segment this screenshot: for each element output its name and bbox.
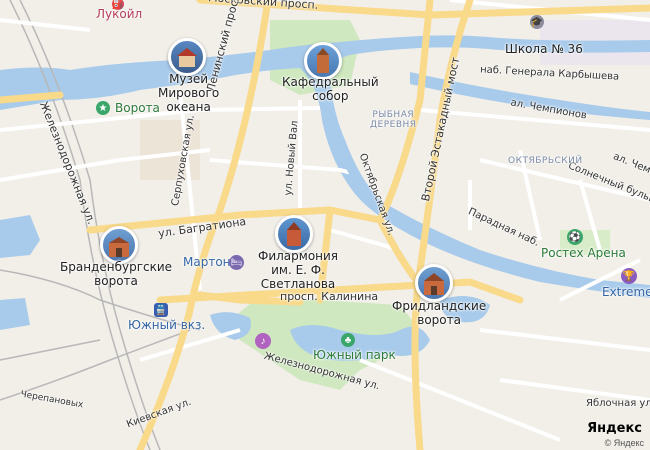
yuzhny-station-label[interactable]: Южный вкз.	[128, 318, 205, 333]
cathedral-label[interactable]: Кафедральный собор	[282, 75, 379, 104]
brandenburg-gate-icon	[109, 237, 129, 257]
yuzhny-park-label[interactable]: Южный парк	[313, 348, 396, 363]
friedland-pin[interactable]	[415, 264, 453, 302]
stadium-icon[interactable]: ⚽	[567, 229, 583, 245]
district-label-rybnaya: РЫБНАЯ ДЕРЕВНЯ	[370, 110, 417, 131]
brandenburg-label[interactable]: Бранденбургские ворота	[60, 260, 172, 289]
park-icon[interactable]: ♣	[341, 333, 355, 347]
music-icon[interactable]: ♪	[255, 333, 271, 349]
museum-icon	[177, 48, 197, 67]
lukoil-label[interactable]: Лукойл	[96, 7, 142, 22]
museum-label[interactable]: Музей Мирового океана	[158, 72, 219, 114]
extreme-label[interactable]: Extreme3	[602, 285, 650, 300]
school-label[interactable]: Школа № 36	[505, 42, 583, 57]
district-label-oktyabrsky: ОКТЯБРЬСКИЙ	[508, 156, 583, 166]
trophy-icon[interactable]: 🏆	[621, 268, 637, 284]
vorota-label[interactable]: Ворота	[115, 101, 160, 116]
philharmonic-pin[interactable]	[275, 215, 313, 253]
museum-pin[interactable]	[168, 38, 206, 76]
map-view[interactable]: Московский просп. Ленинский просп. Серпу…	[0, 0, 650, 450]
street-label-yablochnaya: Яблочная ул.	[586, 398, 650, 409]
brandenburg-pin[interactable]	[100, 226, 138, 264]
rostekh-arena-label[interactable]: Ростех Арена	[541, 246, 626, 261]
yandex-logo[interactable]: Яндекс	[587, 421, 642, 436]
train-station-icon[interactable]: 🚆	[154, 303, 168, 317]
philharmonic-label[interactable]: Филармония им. Е. Ф. Светланова	[258, 249, 338, 291]
street-label-kalinina: просп. Калинина	[280, 290, 379, 303]
philharmonic-icon	[287, 222, 301, 246]
friedland-label[interactable]: Фридландские ворота	[392, 299, 486, 328]
cathedral-icon	[317, 48, 329, 73]
marton-label[interactable]: Мартон	[183, 255, 231, 270]
vorota-star-icon[interactable]: ★	[96, 101, 110, 115]
friedland-gate-icon	[424, 273, 444, 295]
hotel-icon[interactable]: 🛏	[229, 255, 244, 270]
copyright-label[interactable]: © Яндекс	[605, 438, 644, 448]
school-icon[interactable]: 🎓	[530, 15, 544, 29]
